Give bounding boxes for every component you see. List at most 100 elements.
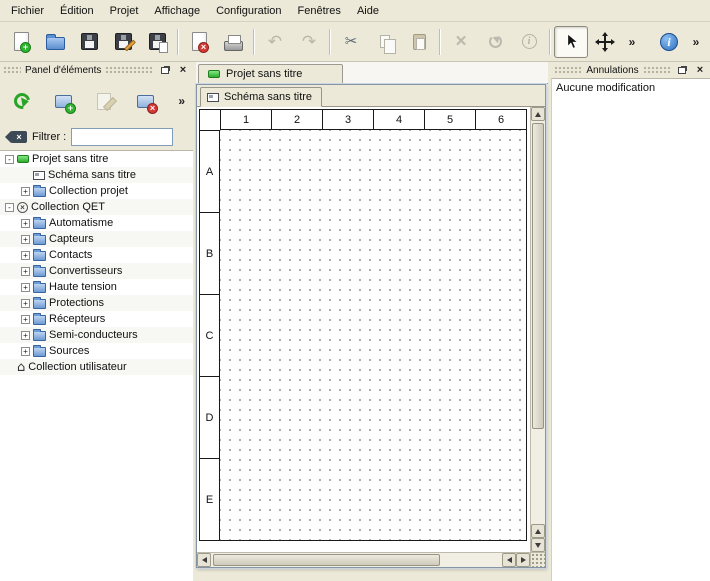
undo-history-list[interactable]: Aucune modification — [551, 78, 710, 581]
expander-icon[interactable]: + — [21, 251, 30, 260]
new-element-button[interactable] — [49, 87, 77, 115]
folder-icon — [33, 219, 46, 229]
save-all-button[interactable] — [140, 26, 174, 58]
resize-grip[interactable] — [530, 552, 545, 567]
cut-button[interactable] — [334, 26, 368, 58]
expander-icon[interactable]: + — [21, 187, 30, 196]
about-button[interactable] — [652, 26, 686, 58]
filter-row: Filtrer : — [0, 124, 193, 150]
main-content: Panel d'éléments — [0, 62, 710, 581]
page-overlay-icon — [159, 42, 168, 53]
undo-panel-titlebar[interactable]: Annulations — [551, 62, 710, 78]
expander-icon[interactable]: + — [21, 219, 30, 228]
vertical-scroll-track[interactable] — [531, 121, 545, 524]
dock-grip[interactable] — [3, 66, 21, 74]
element-info-button[interactable] — [512, 26, 546, 58]
reload-collections-button[interactable] — [8, 87, 36, 115]
tree-item-recepteurs[interactable]: + Récepteurs — [0, 311, 193, 327]
dock-close-button[interactable] — [693, 64, 707, 77]
undo-empty-message: Aucune modification — [552, 79, 710, 97]
clear-filter-icon[interactable] — [11, 131, 27, 143]
tree-item-contacts[interactable]: + Contacts — [0, 247, 193, 263]
dock-float-button[interactable] — [675, 64, 689, 77]
tree-item-collection-utilisateur[interactable]: Collection utilisateur — [0, 359, 193, 375]
expander-icon[interactable]: + — [21, 283, 30, 292]
new-file-button[interactable] — [4, 26, 38, 58]
elements-panel-titlebar[interactable]: Panel d'éléments — [0, 62, 193, 78]
grid-dots[interactable] — [220, 130, 526, 540]
scroll-left-button[interactable] — [197, 553, 211, 567]
selection-mode-button[interactable] — [554, 26, 588, 58]
schema-tab[interactable]: Schéma sans titre — [200, 87, 322, 107]
tree-item-projet-sans-titre[interactable]: - Projet sans titre — [0, 151, 193, 167]
expander-icon[interactable]: - — [5, 155, 14, 164]
scroll-up-button-bottom[interactable] — [531, 524, 545, 538]
folder-icon — [33, 187, 46, 197]
tree-item-haute-tension[interactable]: + Haute tension — [0, 279, 193, 295]
scroll-left-button-right[interactable] — [502, 553, 516, 567]
filter-input[interactable] — [71, 128, 173, 146]
delete-button[interactable] — [444, 26, 478, 58]
dock-close-button[interactable] — [176, 64, 190, 77]
menu-affichage[interactable]: Affichage — [146, 0, 208, 21]
expander-icon[interactable]: + — [21, 299, 30, 308]
floppy-save-icon — [81, 33, 98, 50]
dock-grip[interactable] — [105, 66, 154, 74]
horizontal-scroll-thumb[interactable] — [213, 554, 440, 566]
expander-icon[interactable]: + — [21, 331, 30, 340]
redo-button[interactable] — [292, 26, 326, 58]
tree-item-automatisme[interactable]: + Automatisme — [0, 215, 193, 231]
tree-item-capteurs[interactable]: + Capteurs — [0, 231, 193, 247]
tree-item-sources[interactable]: + Sources — [0, 343, 193, 359]
vertical-scroll-thumb[interactable] — [532, 123, 544, 429]
diagram-viewport[interactable]: 1 2 3 4 5 6 A B C D E — [197, 107, 530, 552]
scroll-up-button[interactable] — [531, 107, 545, 121]
close-file-button[interactable] — [182, 26, 216, 58]
menu-edition[interactable]: Édition — [52, 0, 102, 21]
tree-item-collection-qet[interactable]: - Collection QET — [0, 199, 193, 215]
expander-icon[interactable]: + — [21, 315, 30, 324]
tree-item-collection-projet[interactable]: + Collection projet — [0, 183, 193, 199]
dock-grip[interactable] — [554, 66, 582, 74]
open-file-button[interactable] — [38, 26, 72, 58]
help-overflow-button[interactable] — [686, 26, 706, 58]
main-toolbar — [0, 22, 710, 62]
panel-overflow-button[interactable] — [178, 95, 185, 107]
tree-item-semi-conducteurs[interactable]: + Semi-conducteurs — [0, 327, 193, 343]
save-as-button[interactable] — [106, 26, 140, 58]
tree-item-protections[interactable]: + Protections — [0, 295, 193, 311]
copy-button[interactable] — [368, 26, 402, 58]
delete-element-button[interactable] — [131, 87, 159, 115]
project-tab[interactable]: Projet sans titre — [198, 64, 343, 84]
paste-button[interactable] — [402, 26, 436, 58]
scroll-down-button[interactable] — [531, 538, 545, 552]
dock-float-button[interactable] — [158, 64, 172, 77]
edit-element-button[interactable] — [90, 87, 118, 115]
print-button[interactable] — [216, 26, 250, 58]
folder-icon — [33, 299, 46, 309]
visualisation-mode-button[interactable] — [588, 26, 622, 58]
undo-button[interactable] — [258, 26, 292, 58]
qelectrotech-window: Fichier Édition Projet Affichage Configu… — [0, 0, 710, 581]
save-button[interactable] — [72, 26, 106, 58]
expander-icon[interactable]: + — [21, 347, 30, 356]
rotate-button[interactable] — [478, 26, 512, 58]
row-header: E — [200, 458, 220, 540]
menu-configuration[interactable]: Configuration — [208, 0, 289, 21]
menu-fichier[interactable]: Fichier — [3, 0, 52, 21]
expander-icon[interactable]: + — [21, 235, 30, 244]
tree-item-schema-sans-titre[interactable]: Schéma sans titre — [0, 167, 193, 183]
horizontal-scrollbar[interactable] — [197, 552, 530, 567]
tree-item-convertisseurs[interactable]: + Convertisseurs — [0, 263, 193, 279]
horizontal-scroll-track[interactable] — [211, 553, 502, 567]
toolbar-overflow-button[interactable] — [622, 26, 642, 58]
menu-aide[interactable]: Aide — [349, 0, 387, 21]
expander-icon[interactable]: - — [5, 203, 14, 212]
vertical-scrollbar[interactable] — [530, 107, 545, 552]
menu-fenetres[interactable]: Fenêtres — [290, 0, 349, 21]
menu-projet[interactable]: Projet — [102, 0, 147, 21]
expander-icon[interactable]: + — [21, 267, 30, 276]
scroll-right-button[interactable] — [516, 553, 530, 567]
dock-grip[interactable] — [643, 66, 671, 74]
elements-panel-toolbar — [0, 78, 193, 124]
